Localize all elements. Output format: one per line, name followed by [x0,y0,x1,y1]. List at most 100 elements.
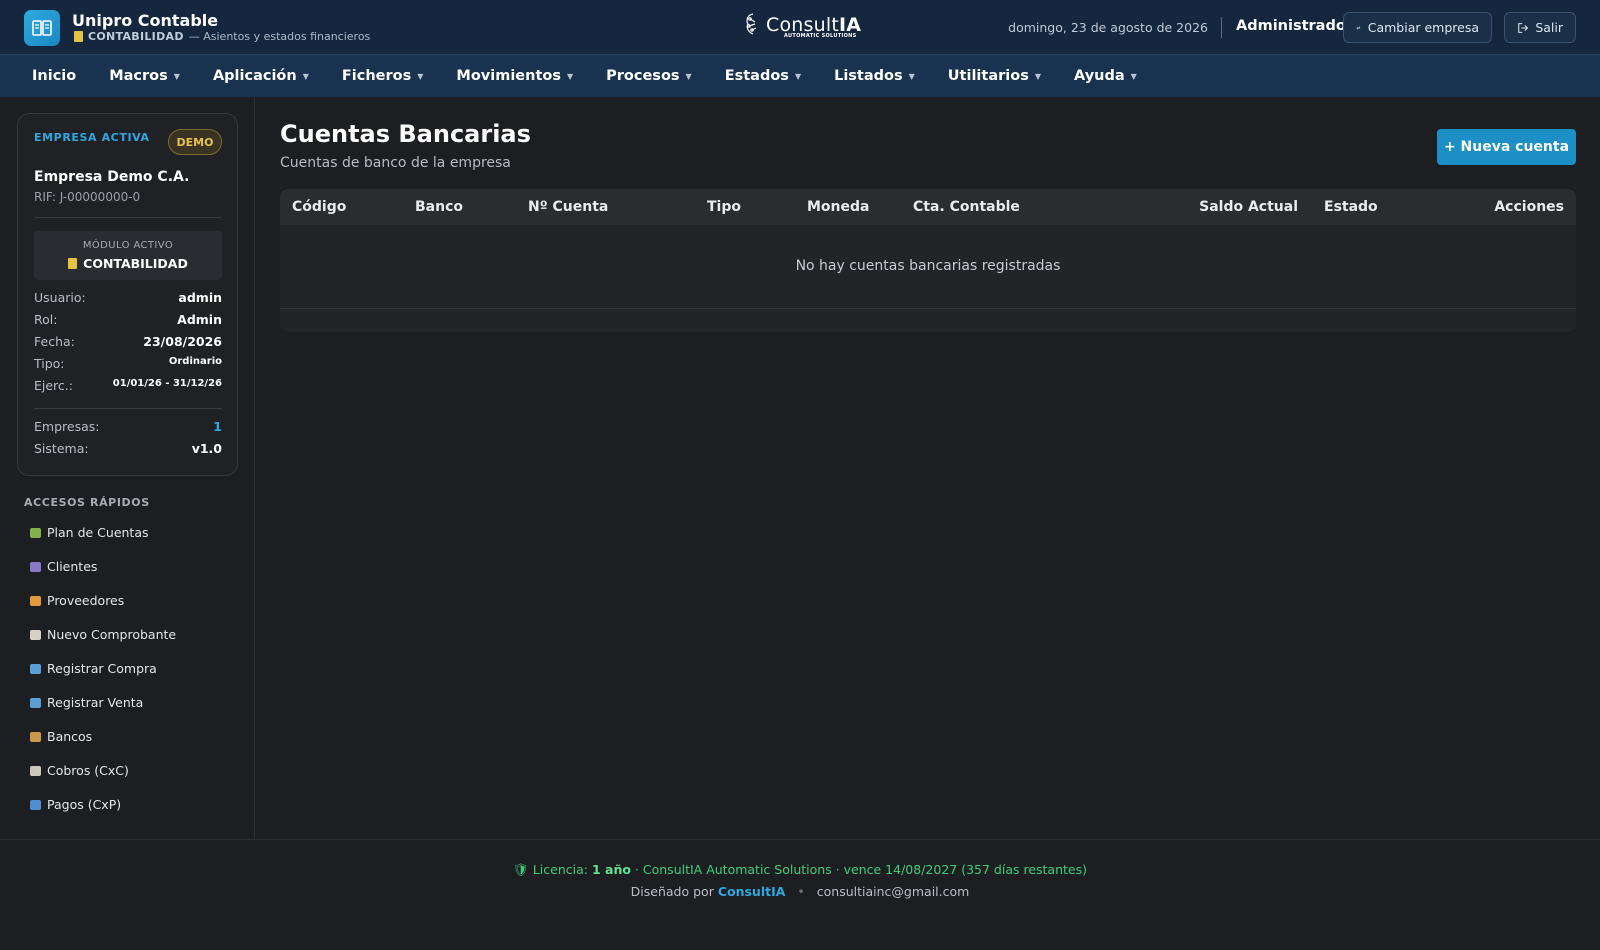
quick-link-label: Cobros (CxC) [47,763,129,778]
app-module-line: CONTABILIDAD — Asientos y estados financ… [74,30,370,43]
column-header[interactable]: Estado [1324,199,1378,215]
logout-label: Salir [1535,20,1563,35]
license-details: · ConsultIA Automatic Solutions · vence … [634,862,1087,877]
header-divider [1221,17,1222,38]
menu-item-estados[interactable]: Estados ▼ [725,68,801,84]
quick-link-registrar-venta[interactable]: Registrar Venta [30,695,143,710]
books-icon [30,527,41,538]
license-prefix: Licencia: [532,862,588,877]
info-row: Usuario: admin [34,290,222,305]
quick-access-title: ACCESOS RÁPIDOS [24,496,150,509]
chevron-down-icon: ▼ [1034,71,1041,81]
chevron-down-icon: ▼ [908,71,915,81]
chevron-down-icon: ▼ [794,71,802,81]
menu-item-utilitarios[interactable]: Utilitarios ▼ [948,68,1041,84]
company-name: Empresa Demo C.A. [34,169,190,185]
switch-company-label: Cambiar empresa [1367,20,1479,35]
quick-link-plan-de-cuentas[interactable]: Plan de Cuentas [30,525,149,540]
menu-item-label: Listados [834,68,903,84]
contact-email[interactable]: consultiainc@gmail.com [817,884,970,899]
document-icon [30,629,41,640]
quick-link-nuevo-comprobante[interactable]: Nuevo Comprobante [30,627,176,642]
info-value: 01/01/26 - 31/12/26 [112,378,222,389]
app-title: Unipro Contable [72,11,219,30]
swap-icon [1356,25,1361,30]
column-header[interactable]: Tipo [707,199,741,215]
page-title: Cuentas Bancarias [280,120,531,148]
column-header[interactable]: Banco [415,199,463,215]
separator-dot: • [797,884,805,899]
chevron-down-icon: ▼ [1130,71,1137,81]
company-rif: RIF: J-00000000-0 [34,190,141,204]
stat-value: v1.0 [191,441,222,456]
stat-row: Sistema: v1.0 [34,441,222,456]
active-module-label: MÓDULO ACTIVO [82,240,174,251]
logo-tagline: AUTOMATIC SOLUTIONS [784,33,857,39]
menu-item-ficheros[interactable]: Ficheros ▼ [342,68,424,84]
info-key: Tipo: [34,356,65,371]
active-module-box: MÓDULO ACTIVO CONTABILIDAD [34,231,222,280]
menu-item-label: Ayuda [1073,68,1125,84]
register-icon [30,663,41,674]
info-value: 23/08/2026 [143,334,222,349]
quick-link-cobros-cxc[interactable]: Cobros (CxC) [30,763,129,778]
info-value: Ordinario [168,356,222,367]
quick-link-proveedores[interactable]: Proveedores [30,593,124,608]
menu-item-macros[interactable]: Macros ▼ [109,68,180,84]
column-header[interactable]: Saldo Actual [1199,199,1298,215]
menu-item-label: Procesos [606,68,680,84]
switch-company-button[interactable]: Cambiar empresa [1343,12,1492,43]
current-date: domingo, 23 de agosto de 2026 [1008,20,1208,35]
quick-link-label: Registrar Compra [47,661,157,676]
bank-accounts-table: Código Banco Nº Cuenta Tipo Moneda Cta. Conta… [280,189,1576,332]
quick-link-label: Plan de Cuentas [47,525,149,540]
quick-link-pagos-cxp[interactable]: Pagos (CxP) [30,797,121,812]
active-module-value: CONTABILIDAD [34,256,222,271]
info-row: Fecha: 23/08/2026 [34,334,222,349]
current-user: Administrador [1236,18,1353,34]
consultia-logo: ConsultIA AUTOMATIC SOLUTIONS [744,12,862,39]
quick-link-label: Pagos (CxP) [47,797,122,812]
menu-item-listados[interactable]: Listados ▼ [834,68,915,84]
active-company-label: EMPRESA ACTIVA [34,131,150,144]
credits-line: Diseñado por ConsultIA • consultiainc@gm… [0,884,1600,899]
column-header[interactable]: Moneda [807,199,869,215]
logout-button[interactable]: Salir [1504,12,1576,43]
info-row: Rol: Admin [34,312,222,327]
designed-by-label: Diseñado por [630,884,714,899]
menu-item-inicio[interactable]: Inicio [32,68,76,84]
chevron-down-icon: ▼ [417,71,424,81]
column-header[interactable]: Cta. Contable [913,199,1020,215]
notebook-icon [68,258,78,269]
designer-link[interactable]: ConsultIA [718,884,786,899]
quick-link-label: Clientes [47,559,98,574]
column-header[interactable]: Nº Cuenta [528,199,608,215]
app-module: CONTABILIDAD [88,30,184,43]
menu-item-label: Ficheros [341,68,412,84]
license-term: 1 año [591,862,631,877]
column-header[interactable]: Código [292,199,346,215]
quick-link-bancos[interactable]: Bancos [30,729,92,744]
register-icon [30,697,41,708]
menu-item-ayuda[interactable]: Ayuda ▼ [1074,68,1137,84]
receipt-icon [30,765,41,776]
menu-item-movimientos[interactable]: Movimientos ▼ [456,68,573,84]
info-key: Ejerc.: [34,378,73,393]
new-account-button[interactable]: + Nueva cuenta [1437,129,1576,165]
quick-link-clientes[interactable]: Clientes [30,559,97,574]
brain-icon [746,13,757,35]
logo-text: ConsultIA [766,13,862,36]
chevron-down-icon: ▼ [566,71,574,81]
column-header[interactable]: Acciones [1494,199,1564,215]
stat-key: Empresas: [34,419,100,434]
quick-link-label: Proveedores [47,593,125,608]
info-row: Ejerc.: 01/01/26 - 31/12/26 [34,378,222,393]
menu-item-aplicacion[interactable]: Aplicación ▼ [213,68,309,84]
quick-link-registrar-compra[interactable]: Registrar Compra [30,661,157,676]
menu-item-procesos[interactable]: Procesos ▼ [606,68,692,84]
top-bar: Unipro Contable CONTABILIDAD — Asientos … [0,0,1600,55]
quick-link-label: Nuevo Comprobante [47,627,177,642]
info-key: Fecha: [34,334,75,349]
menu-item-label: Movimientos [456,68,561,84]
info-value: admin [178,290,222,305]
